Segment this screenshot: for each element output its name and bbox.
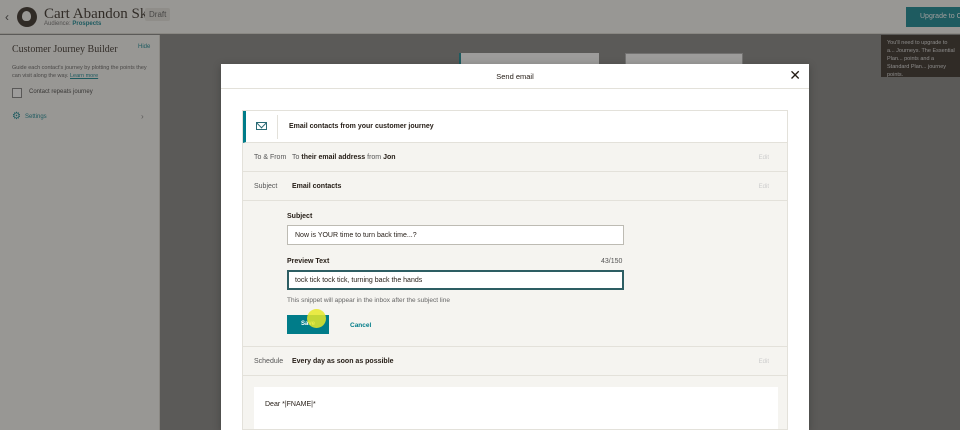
to-from-row[interactable]: To & From To their email address from Jo… [243, 143, 787, 172]
preview-text-label: Preview Text [287, 258, 330, 265]
email-greeting: Dear *|FNAME|* [265, 401, 316, 408]
header-divider [277, 115, 278, 139]
close-icon[interactable]: ✕ [789, 68, 801, 82]
schedule-edit-link[interactable]: Edit [759, 359, 769, 365]
schedule-value: Every day as soon as possible [292, 358, 394, 365]
subject-row[interactable]: Subject Email contacts Edit [243, 172, 787, 201]
modal-header: Send email ✕ [221, 64, 809, 89]
to-from-value: To their email address from Jon [292, 154, 396, 161]
from-value: Jon [383, 154, 396, 161]
email-content-preview[interactable]: Dear *|FNAME|* [254, 387, 778, 429]
subject-row-label: Subject [254, 183, 278, 190]
cancel-button[interactable]: Cancel [350, 322, 371, 329]
schedule-label: Schedule [254, 358, 284, 365]
modal-title: Send email [496, 72, 534, 81]
to-prefix: To [292, 154, 300, 161]
subject-editor: Subject Now is YOUR time to turn back ti… [243, 201, 787, 347]
send-email-panel: Email contacts from your customer journe… [242, 110, 788, 430]
subject-row-value: Email contacts [292, 183, 342, 190]
subject-input[interactable]: Now is YOUR time to turn back time...? [287, 225, 624, 245]
from-word: from [367, 154, 382, 161]
panel-header: Email contacts from your customer journe… [243, 111, 787, 143]
send-email-modal: Send email ✕ Email contacts from your cu… [221, 64, 809, 430]
to-from-edit-link[interactable]: Edit [759, 155, 769, 161]
to-from-label: To & From [254, 154, 287, 161]
subject-edit-link[interactable]: Edit [759, 184, 769, 190]
preview-text-input[interactable]: tock tick tock tick, turning back the ha… [287, 270, 624, 290]
preview-text-counter: 43/150 [601, 258, 623, 265]
schedule-row[interactable]: Schedule Every day as soon as possible E… [243, 347, 787, 376]
preview-text-hint: This snippet will appear in the inbox af… [287, 297, 450, 304]
panel-header-text: Email contacts from your customer journe… [289, 123, 434, 130]
envelope-icon [256, 122, 267, 130]
to-value: their email address [301, 154, 366, 161]
subject-field-label: Subject [287, 213, 313, 220]
cursor-highlight [307, 309, 326, 328]
